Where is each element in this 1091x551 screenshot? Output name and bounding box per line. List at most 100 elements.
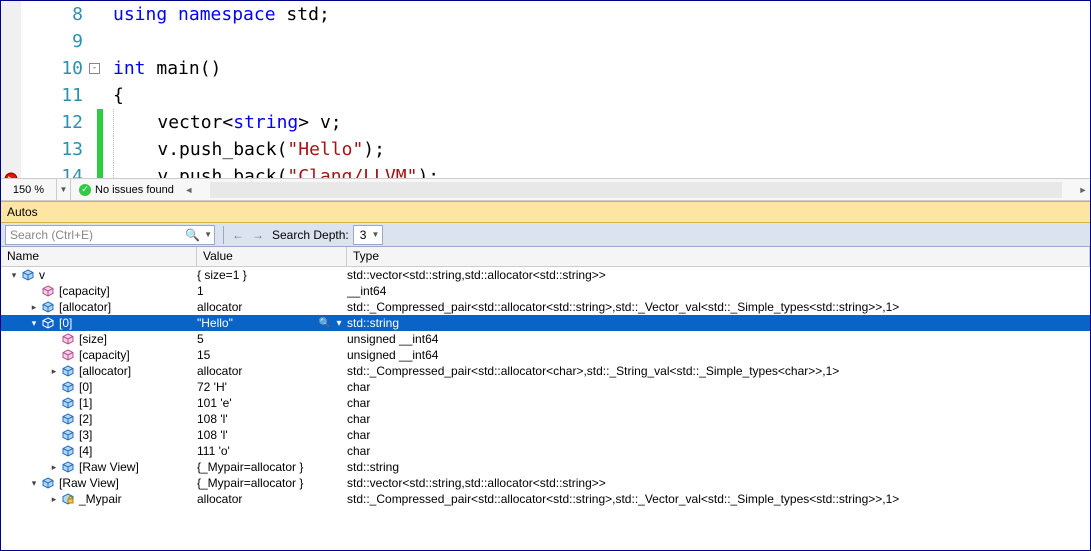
variable-value-cell[interactable]: 1 bbox=[197, 284, 347, 298]
search-depth-dropdown[interactable]: 3 ▼ bbox=[353, 225, 384, 245]
expand-toggle bbox=[29, 286, 39, 296]
variable-row[interactable]: [0]72 'H'char bbox=[1, 379, 1090, 395]
variable-name-cell: [3] bbox=[1, 428, 197, 442]
variable-name-cell: ▸[allocator] bbox=[1, 364, 197, 378]
variable-row[interactable]: ▾[Raw View]{_Mypair=allocator }std::vect… bbox=[1, 475, 1090, 491]
variable-row[interactable]: [capacity]15unsigned __int64 bbox=[1, 347, 1090, 363]
variable-value-cell[interactable]: 108 'l' bbox=[197, 428, 347, 442]
variable-value-cell[interactable]: 5 bbox=[197, 332, 347, 346]
variable-value-cell[interactable]: 101 'e' bbox=[197, 396, 347, 410]
code-line[interactable]: { bbox=[113, 82, 1090, 109]
variable-row[interactable]: ▾[0]"Hello"🔍▾std::string bbox=[1, 315, 1090, 331]
editor-body[interactable]: - 89101112131415 using namespace std;int… bbox=[1, 1, 1090, 178]
variable-name-cell: ▸ _Mypair bbox=[1, 492, 197, 506]
expand-toggle[interactable]: ▾ bbox=[9, 270, 19, 280]
editor-footer: 150 % ▼ ✓ No issues found ◄ ► bbox=[1, 178, 1090, 200]
code-line[interactable] bbox=[113, 28, 1090, 55]
scroll-track[interactable] bbox=[210, 182, 1062, 198]
nav-back-button[interactable]: ← bbox=[228, 225, 248, 245]
code-line[interactable]: int main() bbox=[113, 55, 1090, 82]
autos-panel-header[interactable]: Autos bbox=[1, 201, 1090, 223]
variable-value-cell[interactable]: 108 'l' bbox=[197, 412, 347, 426]
variable-type-cell: unsigned __int64 bbox=[347, 332, 1090, 346]
variable-value-cell[interactable]: 72 'H' bbox=[197, 380, 347, 394]
variable-name: [size] bbox=[79, 332, 107, 346]
value-action-icon[interactable]: 🔍 bbox=[319, 316, 331, 330]
variable-type-cell: std::string bbox=[347, 460, 1090, 474]
variable-row[interactable]: ▾v{ size=1 }std::vector<std::string,std:… bbox=[1, 267, 1090, 283]
variable-value-cell[interactable]: allocator bbox=[197, 492, 347, 506]
issues-status[interactable]: ✓ No issues found bbox=[71, 184, 182, 196]
variable-row[interactable]: ▸[Raw View]{_Mypair=allocator }std::stri… bbox=[1, 459, 1090, 475]
variable-row[interactable]: [2]108 'l'char bbox=[1, 411, 1090, 427]
code-line[interactable]: v.push_back("Clang/LLVM"); bbox=[113, 163, 1090, 178]
variable-value: 108 'l' bbox=[197, 412, 228, 426]
check-icon: ✓ bbox=[79, 184, 91, 196]
expand-toggle bbox=[49, 430, 59, 440]
variable-row[interactable]: ▸[allocator]allocatorstd::_Compressed_pa… bbox=[1, 363, 1090, 379]
variable-value-cell[interactable]: allocator bbox=[197, 364, 347, 378]
nav-forward-button[interactable]: → bbox=[248, 225, 268, 245]
line-number: 14 bbox=[1, 163, 83, 178]
code-line[interactable]: using namespace std; bbox=[113, 1, 1090, 28]
line-number: 12 bbox=[1, 109, 83, 136]
column-header-name[interactable]: Name bbox=[1, 247, 197, 266]
zoom-dropdown-icon[interactable]: ▼ bbox=[57, 179, 71, 200]
chevron-down-icon: ▼ bbox=[371, 230, 379, 239]
variable-value: {_Mypair=allocator } bbox=[197, 476, 303, 490]
expand-toggle[interactable]: ▸ bbox=[49, 462, 59, 472]
variable-value: 72 'H' bbox=[197, 380, 227, 394]
variable-type-cell: char bbox=[347, 428, 1090, 442]
column-header-type[interactable]: Type bbox=[347, 247, 1090, 266]
search-input[interactable]: Search (Ctrl+E) 🔍 ▼ bbox=[5, 225, 215, 245]
fold-toggle[interactable]: - bbox=[89, 63, 100, 74]
cube-pink-icon bbox=[41, 284, 55, 298]
variable-row[interactable]: [4]111 'o'char bbox=[1, 443, 1090, 459]
expand-toggle[interactable]: ▸ bbox=[29, 302, 39, 312]
variable-value-cell[interactable]: 111 'o' bbox=[197, 444, 347, 458]
scroll-left-icon[interactable]: ◄ bbox=[182, 185, 196, 195]
variable-name: _Mypair bbox=[79, 492, 122, 506]
variable-value-cell[interactable]: 15 bbox=[197, 348, 347, 362]
variable-value-cell[interactable]: allocator bbox=[197, 300, 347, 314]
search-placeholder: Search (Ctrl+E) bbox=[10, 228, 93, 242]
code-line[interactable]: v.push_back("Hello"); bbox=[113, 136, 1090, 163]
cube-blue-icon bbox=[61, 380, 75, 394]
expand-toggle[interactable]: ▸ bbox=[49, 494, 59, 504]
variable-type-cell: std::vector<std::string,std::allocator<s… bbox=[347, 268, 1090, 282]
variable-row[interactable]: ▸[allocator]allocatorstd::_Compressed_pa… bbox=[1, 299, 1090, 315]
autos-grid-body[interactable]: ▾v{ size=1 }std::vector<std::string,std:… bbox=[1, 267, 1090, 550]
variable-value-cell[interactable]: "Hello"🔍▾ bbox=[197, 316, 347, 330]
variable-value: allocator bbox=[197, 300, 242, 314]
cube-blue-icon bbox=[41, 476, 55, 490]
expand-toggle[interactable]: ▸ bbox=[49, 366, 59, 376]
variable-row[interactable]: [size] 5 unsigned __int64 bbox=[1, 331, 1090, 347]
cube-blue-icon bbox=[21, 268, 35, 282]
variable-value: 5 bbox=[197, 332, 204, 346]
variable-value-cell[interactable]: {_Mypair=allocator } bbox=[197, 460, 347, 474]
variable-type-cell: char bbox=[347, 444, 1090, 458]
variable-value-cell[interactable]: {_Mypair=allocator } bbox=[197, 476, 347, 490]
column-header-value[interactable]: Value bbox=[197, 247, 347, 266]
variable-value: 15 bbox=[197, 348, 210, 362]
variable-row[interactable]: [capacity]1__int64 bbox=[1, 283, 1090, 299]
horizontal-scrollbar[interactable]: ◄ ► bbox=[182, 179, 1090, 200]
expand-toggle[interactable]: ▾ bbox=[29, 478, 39, 488]
search-dropdown-icon[interactable]: ▼ bbox=[204, 230, 212, 239]
cube-blue-icon bbox=[61, 396, 75, 410]
code-line[interactable]: vector<string> v; bbox=[113, 109, 1090, 136]
variable-name-cell: [4] bbox=[1, 444, 197, 458]
value-action-icon[interactable]: ▾ bbox=[333, 316, 345, 330]
variable-row[interactable]: ▸_Mypairallocatorstd::_Compressed_pair<s… bbox=[1, 491, 1090, 507]
variable-name-cell: [0] bbox=[1, 380, 197, 394]
expand-toggle[interactable]: ▾ bbox=[29, 318, 39, 328]
variable-name: [Raw View] bbox=[59, 476, 119, 490]
zoom-level[interactable]: 150 % bbox=[1, 179, 57, 200]
cube-lock-icon bbox=[61, 492, 75, 506]
variable-value-cell[interactable]: { size=1 } bbox=[197, 268, 347, 282]
code-area[interactable]: using namespace std; int main(){ vector<s… bbox=[107, 1, 1090, 178]
variable-name-cell: [capacity] bbox=[1, 348, 197, 362]
variable-row[interactable]: [1]101 'e'char bbox=[1, 395, 1090, 411]
variable-row[interactable]: [3]108 'l'char bbox=[1, 427, 1090, 443]
scroll-right-icon[interactable]: ► bbox=[1076, 185, 1090, 195]
